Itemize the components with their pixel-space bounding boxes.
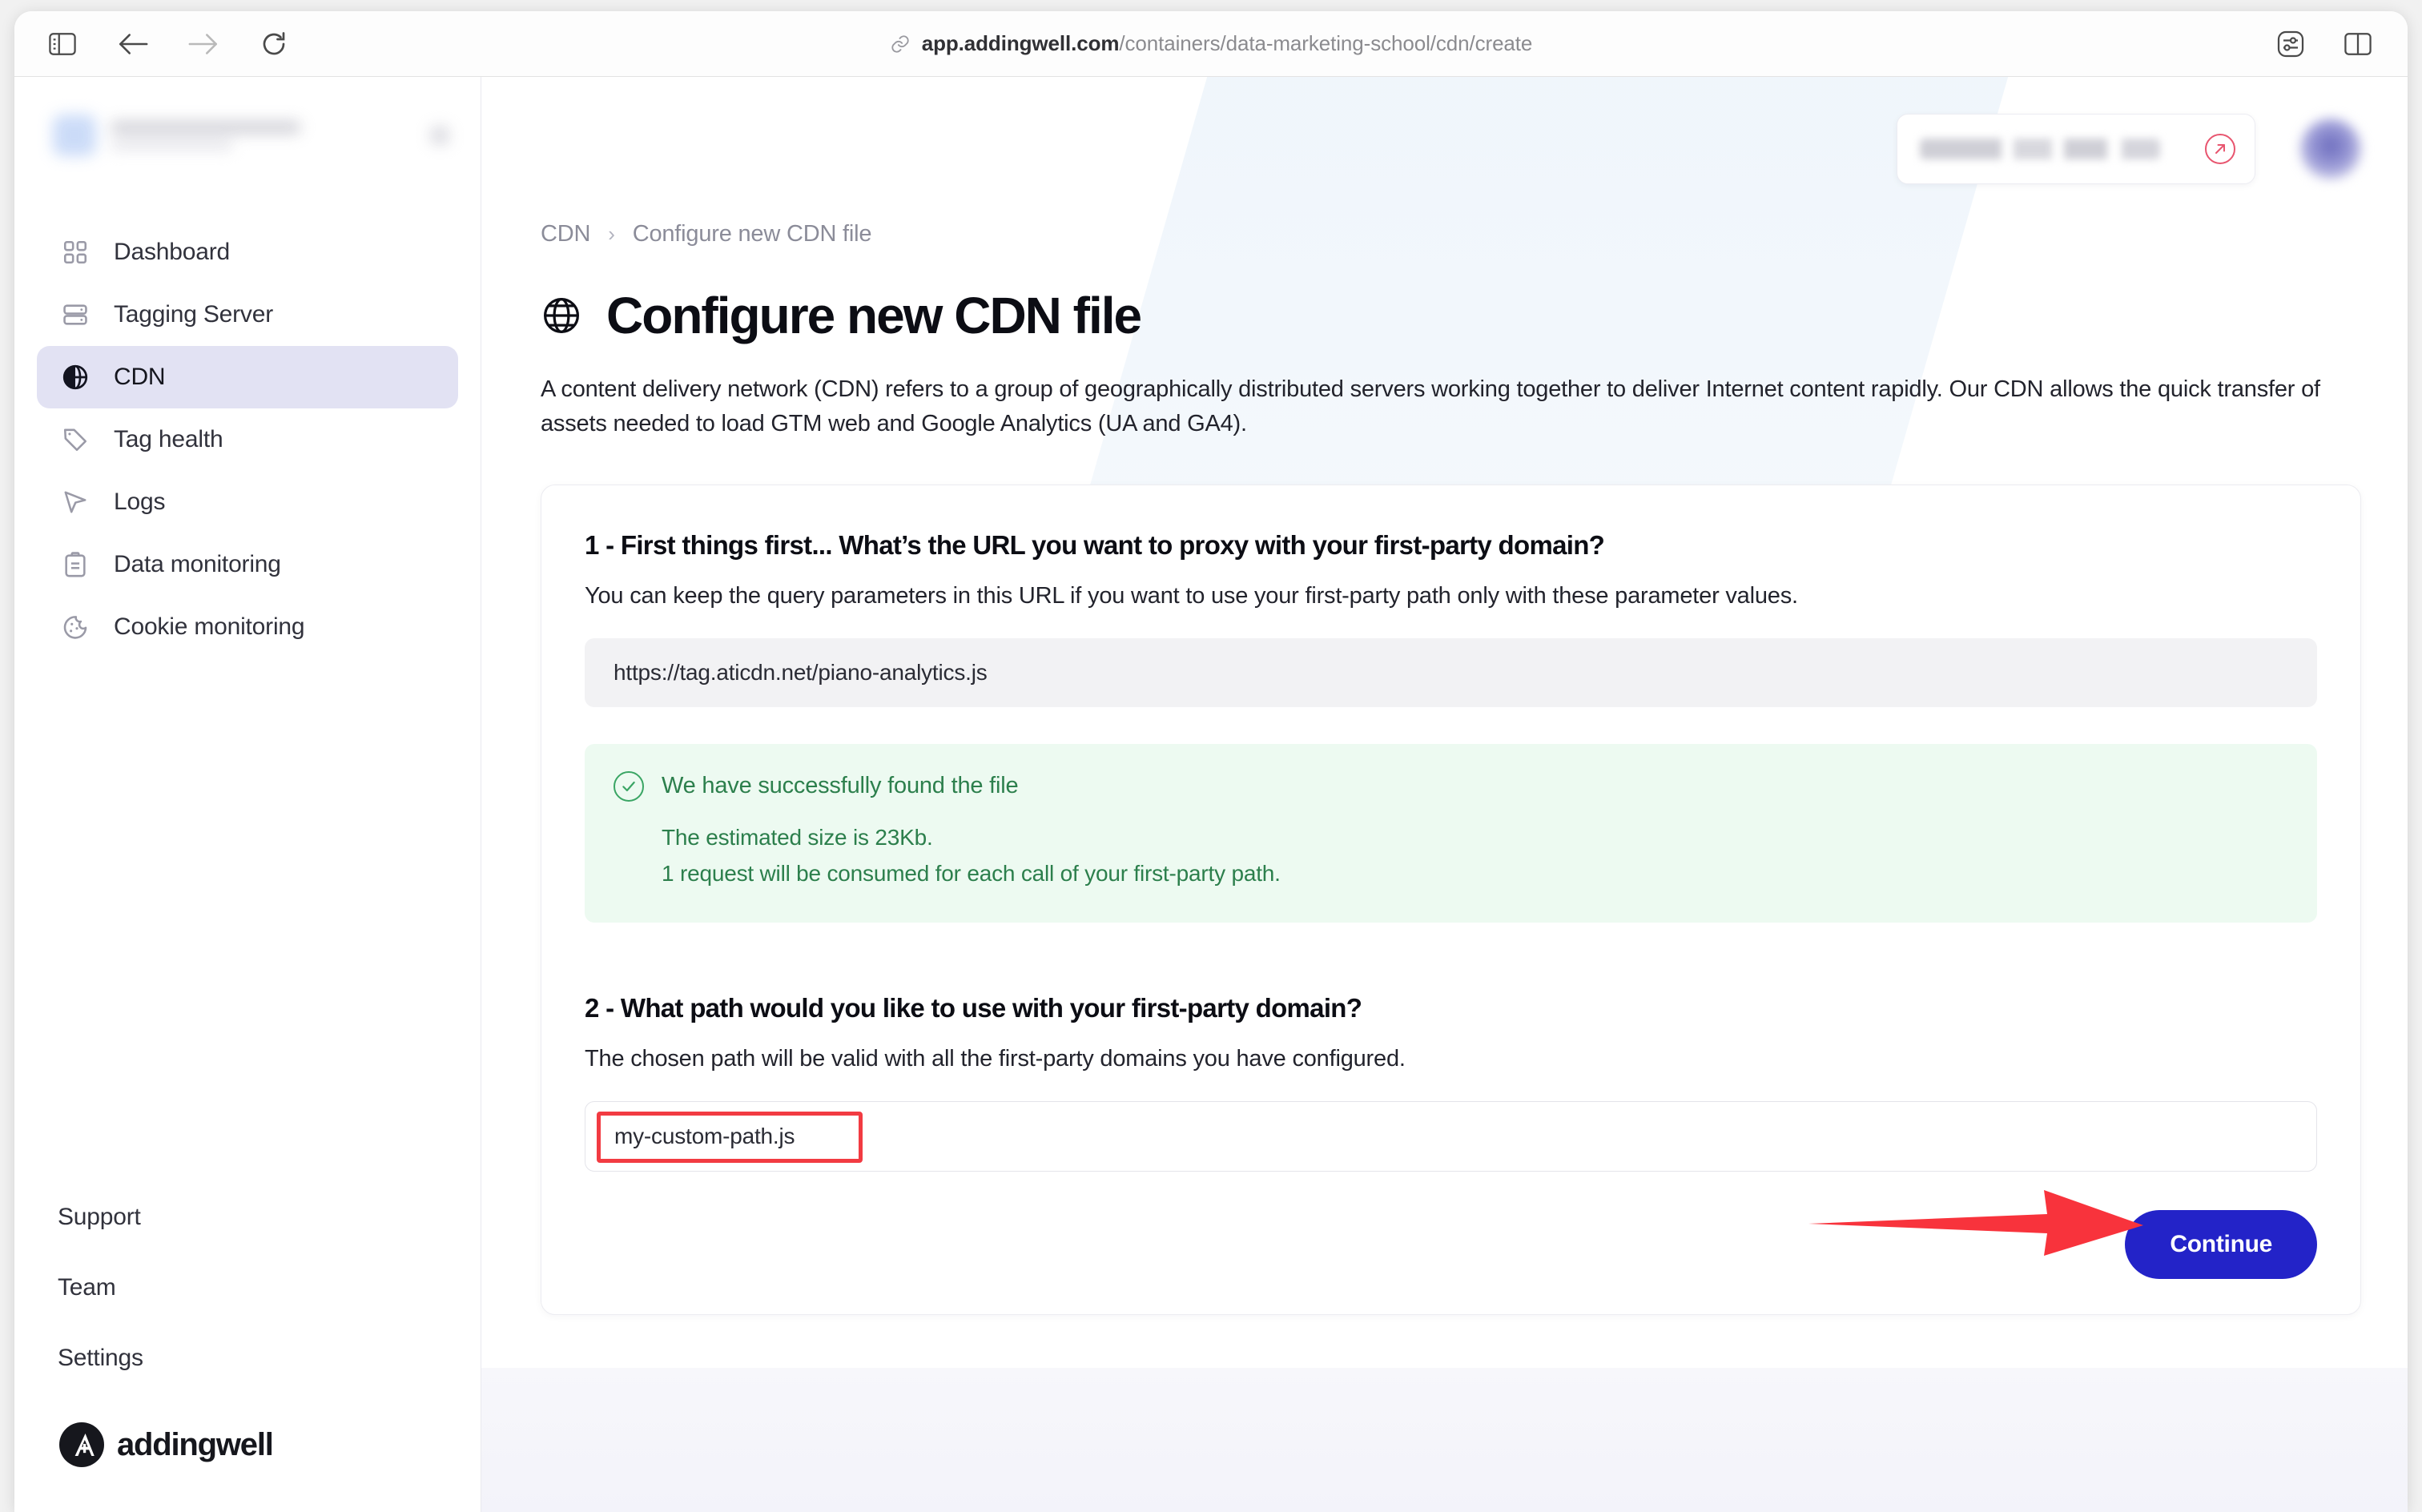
brand-logo: addingwell: [14, 1422, 481, 1512]
sidebar-item-tagging-server[interactable]: Tagging Server: [37, 284, 458, 346]
main-content: CDN › Configure new CDN file Configure n…: [481, 77, 2408, 1512]
container-name-blurred: [111, 121, 416, 150]
sidebar-item-tag-health[interactable]: Tag health: [37, 408, 458, 471]
grid-icon: [58, 235, 93, 270]
domain-name-blurred: [1920, 139, 2160, 159]
configure-card: 1 - First things first... What’s the URL…: [541, 484, 2361, 1315]
container-avatar: [53, 115, 96, 156]
globe-icon: [541, 295, 582, 336]
step2-title: 2 - What path would you like to use with…: [585, 992, 1362, 1023]
sidebar-item-settings[interactable]: Settings: [37, 1323, 458, 1393]
page-settings-icon[interactable]: [2273, 26, 2308, 62]
source-url-value: https://tag.aticdn.net/piano-analytics.j…: [614, 659, 988, 685]
clipboard-icon: [58, 547, 93, 582]
reload-icon[interactable]: [256, 26, 292, 62]
sidebar-item-label: Dashboard: [114, 239, 230, 265]
decorative-bottom-band: [481, 1368, 2408, 1512]
sidebar-item-cookie-monitoring[interactable]: Cookie monitoring: [37, 596, 458, 658]
alert-line-requests: 1 request will be consumed for each call…: [662, 861, 1281, 887]
check-circle-icon: [614, 770, 644, 802]
sidebar-toggle-icon[interactable]: [45, 26, 80, 62]
page-title: Configure new CDN file: [606, 287, 1142, 344]
app-viewport: Dashboard Tagging Server CDN Tag health …: [14, 77, 2408, 1512]
source-url-input[interactable]: https://tag.aticdn.net/piano-analytics.j…: [585, 637, 2317, 707]
sidebar-item-cdn[interactable]: CDN: [37, 346, 458, 408]
link-icon: [890, 34, 911, 54]
url-text: app.addingwell.com/containers/data-marke…: [922, 31, 1533, 56]
step2-subtitle: The chosen path will be valid with all t…: [585, 1045, 1406, 1072]
step2-section: 2 - What path would you like to use with…: [585, 993, 2317, 1172]
alert-line-size: The estimated size is 23Kb.: [662, 824, 933, 850]
alert-header: We have successfully found the file: [614, 770, 2288, 802]
breadcrumb-current: Configure new CDN file: [632, 221, 872, 247]
server-icon: [58, 297, 93, 332]
sidebar-nav: Dashboard Tagging Server CDN Tag health …: [14, 221, 481, 658]
card-actions: Continue: [585, 1209, 2317, 1279]
toolbar-right-controls: [2273, 11, 2376, 76]
sidebar-item-label: CDN: [114, 364, 166, 390]
sidebar-item-label: Tag health: [114, 426, 223, 452]
sidebar-item-team[interactable]: Team: [37, 1253, 458, 1323]
continue-button[interactable]: Continue: [2125, 1209, 2317, 1279]
sidebar-item-label: Team: [58, 1274, 116, 1301]
browser-window: app.addingwell.com/containers/data-marke…: [14, 11, 2408, 1512]
app-topbar: [481, 77, 2408, 221]
toolbar-left-controls: [14, 26, 292, 62]
configure-card-wrap: 1 - First things first... What’s the URL…: [541, 484, 2361, 1315]
step1-subtitle: You can keep the query parameters in thi…: [585, 582, 1798, 609]
file-found-alert: We have successfully found the file The …: [585, 743, 2317, 923]
alert-title: We have successfully found the file: [662, 773, 1019, 799]
tab-overview-icon[interactable]: [2340, 26, 2376, 62]
sidebar-item-label: Support: [58, 1204, 141, 1230]
globe-icon: [58, 360, 93, 395]
chevron-right-icon: ›: [608, 222, 615, 246]
tag-icon: [58, 422, 93, 457]
step1-title: 1 - First things first... What’s the URL…: [585, 529, 1605, 560]
url-path: /containers/data-marketing-school/cdn/cr…: [1119, 31, 1533, 55]
domain-card[interactable]: [1897, 114, 2255, 184]
page-description: A content delivery network (CDN) refers …: [541, 376, 2320, 436]
url-bar[interactable]: app.addingwell.com/containers/data-marke…: [872, 26, 1551, 61]
breadcrumb-root[interactable]: CDN: [541, 221, 590, 247]
container-selector[interactable]: [53, 111, 449, 160]
custom-path-value: my-custom-path.js: [614, 1123, 795, 1148]
page-content: CDN › Configure new CDN file Configure n…: [481, 221, 2408, 1315]
browser-toolbar: app.addingwell.com/containers/data-marke…: [14, 11, 2408, 77]
sidebar-item-logs[interactable]: Logs: [37, 471, 458, 533]
sidebar-item-data-monitoring[interactable]: Data monitoring: [37, 533, 458, 596]
sidebar-item-dashboard[interactable]: Dashboard: [37, 221, 458, 284]
avatar[interactable]: [2300, 119, 2361, 179]
url-domain: app.addingwell.com: [921, 31, 1120, 55]
alert-body: The estimated size is 23Kb. 1 request wi…: [614, 819, 2288, 892]
cursor-icon: [58, 485, 93, 520]
sidebar-item-label: Settings: [58, 1345, 143, 1371]
breadcrumb: CDN › Configure new CDN file: [541, 221, 2361, 247]
forward-icon[interactable]: [186, 26, 221, 62]
url-bar-container: app.addingwell.com/containers/data-marke…: [14, 11, 2408, 76]
page-title-row: Configure new CDN file: [541, 286, 2361, 345]
addingwell-logomark-icon: [59, 1422, 104, 1467]
sidebar: Dashboard Tagging Server CDN Tag health …: [14, 77, 481, 1512]
brand-name: addingwell: [117, 1426, 274, 1462]
cookie-icon: [58, 609, 93, 645]
sidebar-item-label: Data monitoring: [114, 551, 281, 577]
sidebar-item-label: Logs: [114, 489, 166, 515]
sidebar-item-support[interactable]: Support: [37, 1182, 458, 1253]
sidebar-item-label: Cookie monitoring: [114, 613, 305, 640]
back-icon[interactable]: [115, 26, 151, 62]
sidebar-bottom-nav: Support Team Settings: [14, 1182, 481, 1393]
external-link-icon[interactable]: [2205, 134, 2235, 164]
custom-path-input[interactable]: my-custom-path.js: [585, 1100, 2317, 1172]
chevron-down-icon: [431, 127, 449, 144]
sidebar-item-label: Tagging Server: [114, 301, 273, 328]
